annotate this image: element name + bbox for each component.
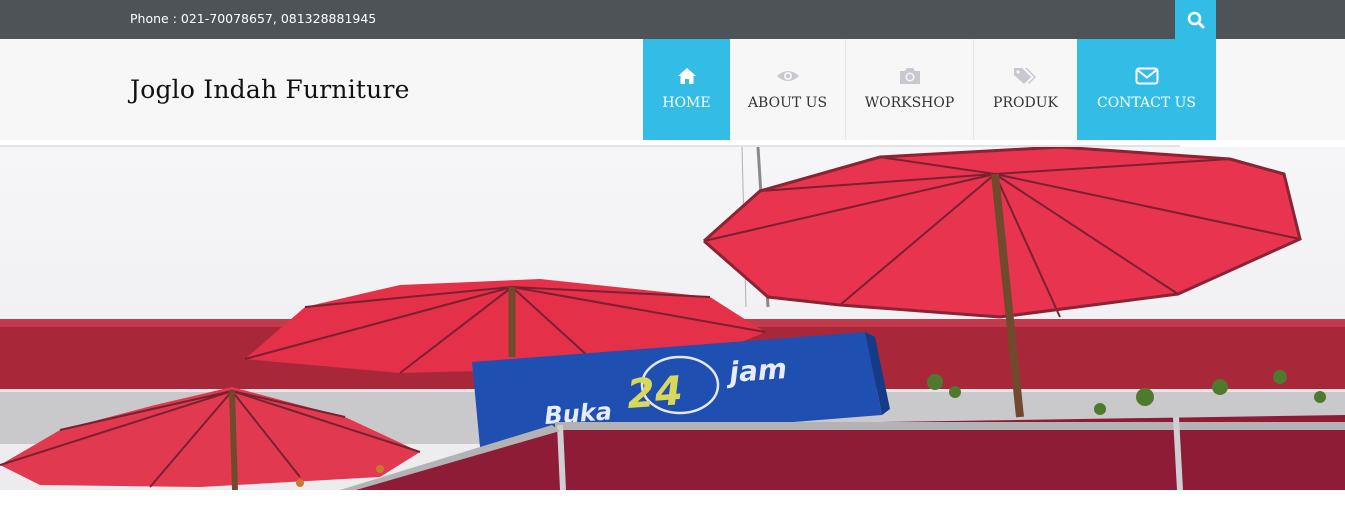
site-header: Joglo Indah Furniture HOME ABOUT US WORK… (0, 39, 1345, 140)
nav-item-about-us[interactable]: ABOUT US (730, 39, 845, 140)
sign-text-24: 24 (625, 368, 684, 418)
nav-item-workshop[interactable]: WORKSHOP (846, 39, 973, 140)
envelope-icon (1135, 65, 1159, 87)
home-icon (677, 65, 697, 87)
nav-item-produk[interactable]: PRODUK (974, 39, 1077, 140)
hero-banner-image: Buka 24 jam (0, 147, 1345, 490)
camera-icon (898, 65, 922, 87)
search-button[interactable] (1175, 0, 1216, 39)
nav-item-home[interactable]: HOME (643, 39, 730, 140)
nav-label-about-us: ABOUT US (747, 95, 828, 111)
sign-text-jam: jam (724, 352, 788, 389)
nav-label-produk: PRODUK (993, 95, 1058, 111)
nav-label-home: HOME (662, 95, 711, 111)
top-bar: Phone : 021-70078657, 081328881945 (0, 0, 1345, 39)
phone-info: Phone : 021-70078657, 081328881945 (130, 11, 377, 26)
nav-label-workshop: WORKSHOP (864, 95, 955, 111)
search-icon (1187, 11, 1204, 28)
site-title[interactable]: Joglo Indah Furniture (130, 75, 410, 104)
nav-label-contact-us: CONTACT US (1096, 95, 1196, 111)
nav-item-contact-us[interactable]: CONTACT US (1077, 39, 1216, 140)
tags-icon (1013, 65, 1039, 87)
eye-icon (776, 65, 800, 87)
